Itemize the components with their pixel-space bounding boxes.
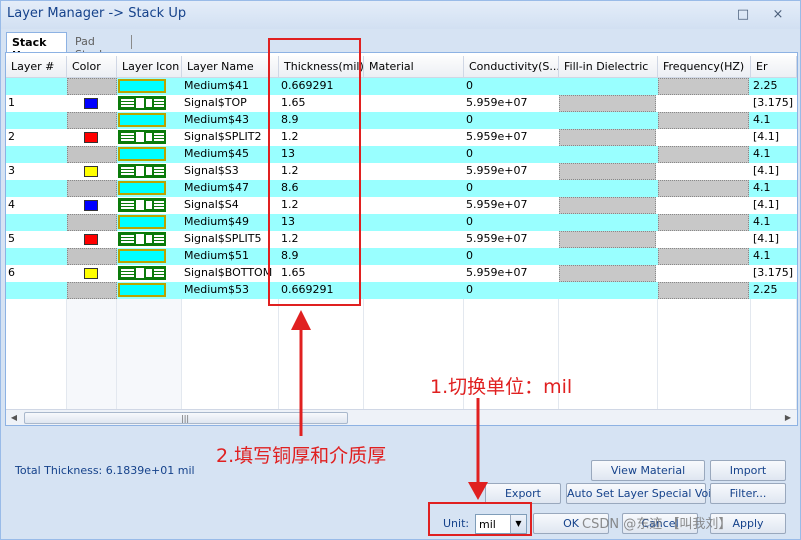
annotation-step-2: 2.填写铜厚和介质厚 [216, 445, 387, 467]
annotation-arrows [291, 310, 488, 500]
arrow-to-unit-head [468, 482, 488, 500]
csdn-watermark: CSDN @东迹 【叫我刘】 [582, 517, 732, 532]
annotation-step-1: 1.切换单位：mil [430, 376, 573, 398]
arrow-to-thickness-head [291, 310, 311, 330]
